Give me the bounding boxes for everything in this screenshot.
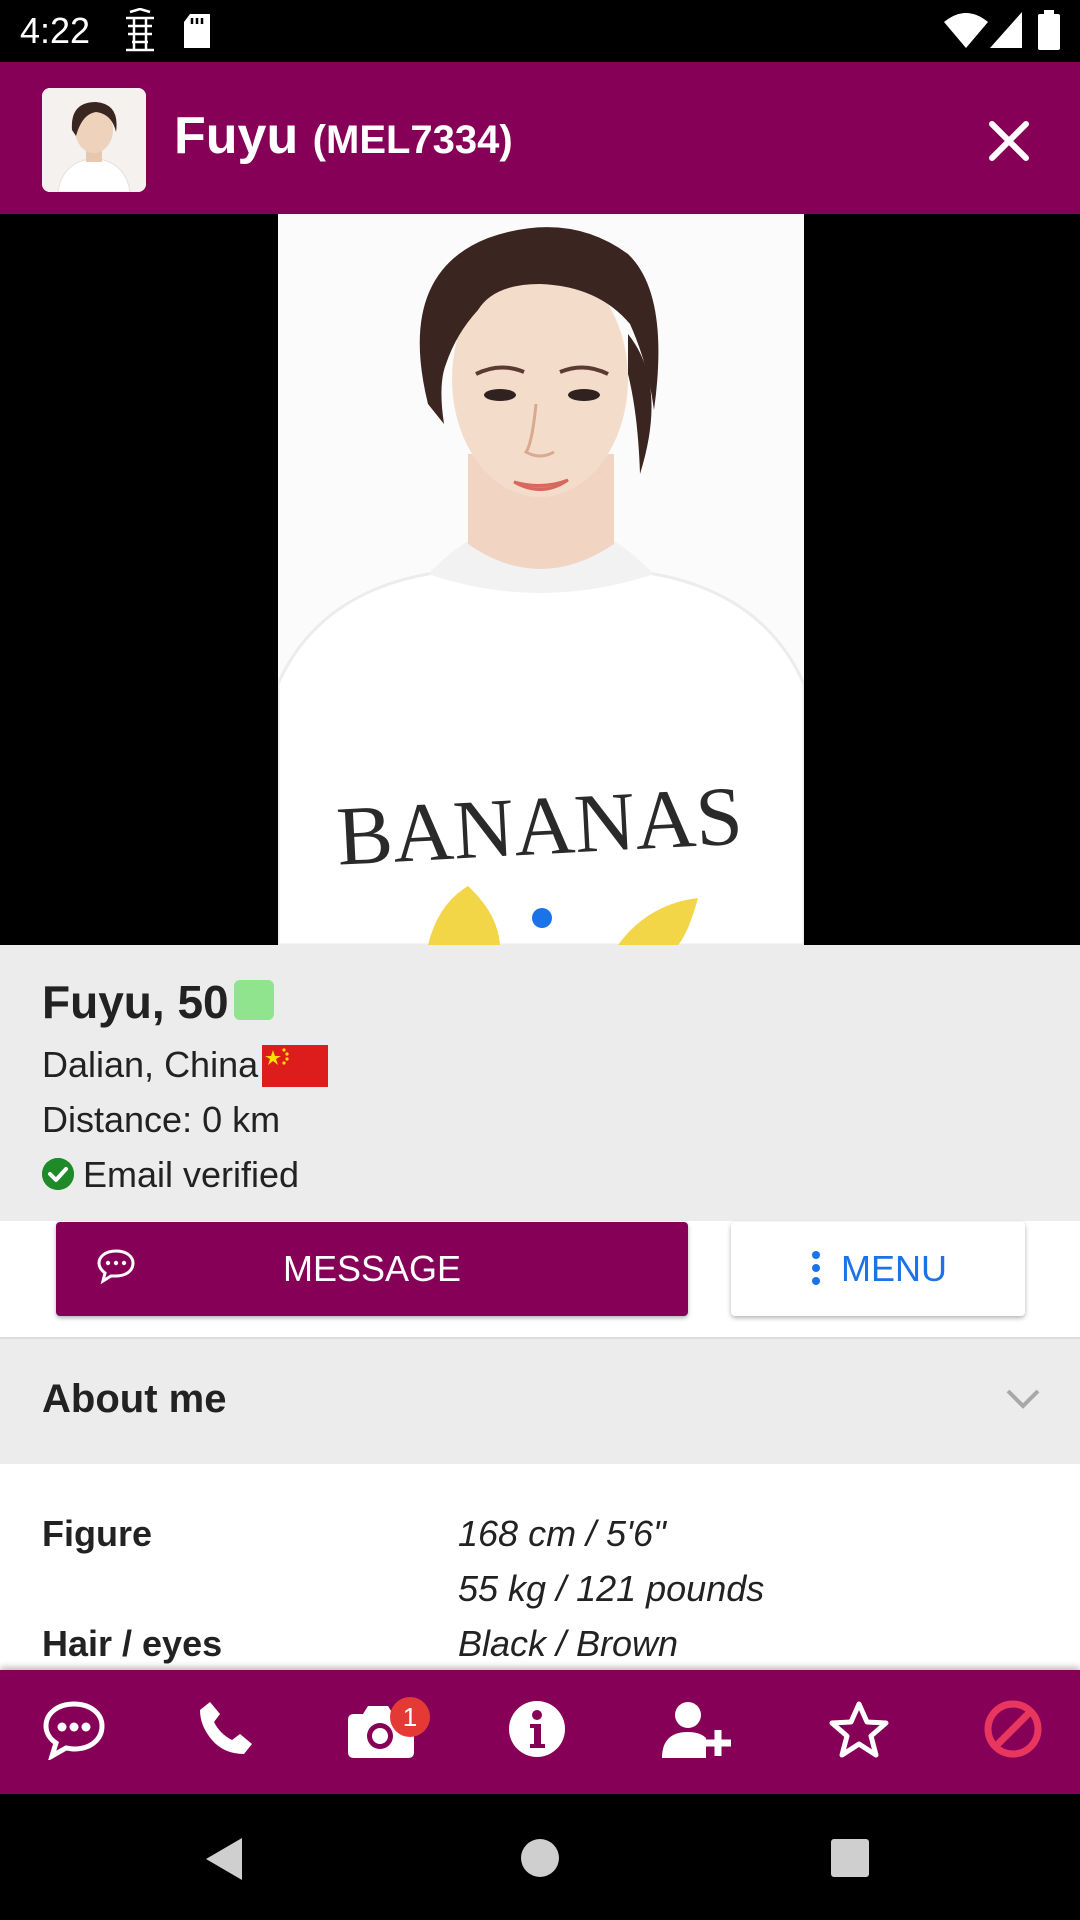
status-time: 4:22 bbox=[20, 10, 91, 51]
profile-header: Fuyu (MEL7334) bbox=[0, 62, 1080, 214]
star-icon[interactable] bbox=[828, 1700, 890, 1765]
location: Dalian, China bbox=[42, 1044, 259, 1085]
member-id: (MEL7334) bbox=[312, 118, 513, 162]
photo-count-badge: 1 bbox=[390, 1697, 430, 1737]
figure-weight: 55 kg / 121 pounds bbox=[458, 1568, 765, 1609]
block-icon[interactable] bbox=[984, 1700, 1042, 1763]
phone-icon[interactable] bbox=[198, 1700, 254, 1761]
chevron-down-icon[interactable] bbox=[1004, 1387, 1042, 1416]
add-contact-icon[interactable] bbox=[660, 1700, 736, 1765]
name-age: Fuyu, 50 bbox=[42, 976, 229, 1028]
about-me-section[interactable]: About me bbox=[0, 1339, 1080, 1464]
menu-button[interactable]: MENU bbox=[731, 1222, 1025, 1316]
figure-height: 168 cm / 5'6" bbox=[458, 1513, 666, 1554]
figure-label: Figure bbox=[42, 1513, 153, 1554]
sd-card-icon bbox=[182, 14, 212, 53]
more-vertical-icon bbox=[811, 1250, 821, 1291]
avatar[interactable] bbox=[42, 88, 146, 192]
header-name: Fuyu bbox=[174, 107, 299, 165]
battery-icon bbox=[1038, 10, 1060, 55]
photo-page-indicator[interactable] bbox=[532, 908, 552, 928]
message-label: MESSAGE bbox=[282, 1248, 462, 1289]
info-icon[interactable] bbox=[508, 1700, 566, 1763]
close-button[interactable] bbox=[984, 116, 1034, 166]
wifi-icon bbox=[944, 12, 988, 53]
signal-icon bbox=[990, 12, 1022, 53]
close-icon bbox=[989, 121, 1029, 161]
china-flag-icon bbox=[262, 1045, 328, 1087]
menu-label: MENU bbox=[841, 1248, 947, 1289]
email-verified: Email verified bbox=[83, 1154, 300, 1195]
profile-photo[interactable]: BANANAS bbox=[278, 214, 804, 945]
online-status-indicator bbox=[234, 980, 274, 1020]
distance: Distance: 0 km bbox=[42, 1099, 281, 1140]
back-icon[interactable] bbox=[204, 1836, 244, 1887]
recent-apps-icon[interactable] bbox=[830, 1838, 870, 1883]
system-navigation-bar bbox=[0, 1794, 1080, 1920]
header-title: Fuyu (MEL7334) bbox=[174, 106, 513, 166]
hair-eyes-value: Black / Brown bbox=[458, 1623, 679, 1664]
hair-eyes-label: Hair / eyes bbox=[42, 1623, 223, 1664]
message-button[interactable]: MESSAGE bbox=[56, 1222, 688, 1316]
bottom-action-bar: 1 bbox=[0, 1670, 1080, 1794]
chat-icon[interactable] bbox=[42, 1700, 106, 1765]
status-bar: 4:22 bbox=[0, 0, 1080, 62]
profile-info: Fuyu, 50 Dalian, China Distance: 0 km Em… bbox=[0, 945, 1080, 1221]
notification-icon bbox=[122, 7, 158, 57]
about-me-title: About me bbox=[42, 1377, 227, 1421]
check-circle-icon bbox=[42, 1158, 74, 1190]
photo-gallery[interactable]: BANANAS bbox=[0, 214, 1080, 945]
home-icon[interactable] bbox=[520, 1838, 560, 1883]
